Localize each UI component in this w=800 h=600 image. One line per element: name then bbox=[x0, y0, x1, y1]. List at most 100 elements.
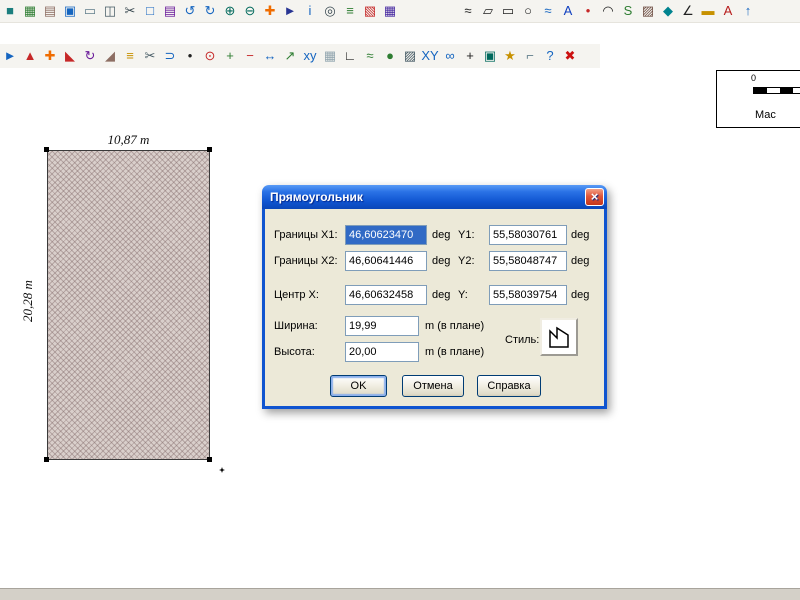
help-icon[interactable]: ? bbox=[540, 46, 560, 66]
font-tool-icon[interactable]: A bbox=[718, 1, 738, 21]
status-bar bbox=[0, 588, 800, 600]
zoom-out-icon[interactable]: ⊖ bbox=[240, 1, 260, 21]
polyline-tool-icon[interactable]: ≈ bbox=[458, 1, 478, 21]
close-icon[interactable]: × bbox=[585, 188, 604, 206]
x2-input[interactable] bbox=[345, 251, 427, 271]
center-x-label: Центр X: bbox=[274, 285, 319, 305]
join-line-icon[interactable]: ⊃ bbox=[160, 46, 180, 66]
dimension-icon[interactable]: ≡ bbox=[120, 46, 140, 66]
pan-icon[interactable]: ✚ bbox=[260, 1, 280, 21]
y1-label: Y1: bbox=[458, 225, 475, 245]
save-icon[interactable]: ▣ bbox=[60, 1, 80, 21]
rotate-icon[interactable]: ↻ bbox=[80, 46, 100, 66]
search-icon[interactable]: ◎ bbox=[320, 1, 340, 21]
rect-handle-bottom-right[interactable] bbox=[207, 457, 212, 462]
smooth-line-icon[interactable]: ≈ bbox=[538, 1, 558, 21]
map-sheets-icon[interactable]: ▤ bbox=[40, 1, 60, 21]
close-task-icon[interactable]: ✖ bbox=[560, 46, 580, 66]
height-input[interactable] bbox=[345, 342, 419, 362]
xy-entry-icon[interactable]: xy bbox=[300, 46, 320, 66]
center-y-unit: deg bbox=[571, 285, 589, 305]
coords-icon[interactable]: XY bbox=[420, 46, 440, 66]
snap-icon[interactable]: ⊙ bbox=[200, 46, 220, 66]
attribute-table-icon[interactable]: ▦ bbox=[380, 1, 400, 21]
measure-tool-icon[interactable]: ▬ bbox=[698, 1, 718, 21]
paste-icon[interactable]: ▤ bbox=[160, 1, 180, 21]
red-triangle-icon[interactable]: ▲ bbox=[20, 46, 40, 66]
copy-icon[interactable]: □ bbox=[140, 1, 160, 21]
link-icon[interactable]: ∞ bbox=[440, 46, 460, 66]
center-y-input[interactable] bbox=[489, 285, 567, 305]
scale-zero-label: 0 bbox=[751, 73, 756, 83]
width-label: Ширина: bbox=[274, 316, 318, 336]
angle-tool-icon[interactable]: ∠ bbox=[678, 1, 698, 21]
scissors-icon[interactable]: ✂ bbox=[120, 1, 140, 21]
rectangle-tool-icon[interactable]: ▭ bbox=[498, 1, 518, 21]
open-map-icon[interactable]: ▦ bbox=[20, 1, 40, 21]
center-y-label: Y: bbox=[458, 285, 468, 305]
text-label-icon[interactable]: A bbox=[558, 1, 578, 21]
center-x-input[interactable] bbox=[345, 285, 427, 305]
map-view-icon[interactable]: ■ bbox=[0, 1, 20, 21]
dialog-titlebar[interactable]: Прямоугольник × bbox=[262, 185, 607, 209]
point-tool-icon[interactable]: • bbox=[578, 1, 598, 21]
star-icon[interactable]: ★ bbox=[500, 46, 520, 66]
wrench-icon[interactable]: ⌐ bbox=[520, 46, 540, 66]
layer-list-icon[interactable]: ≡ bbox=[340, 1, 360, 21]
rect-handle-top-right[interactable] bbox=[207, 147, 212, 152]
grid-snap-icon[interactable]: ▦ bbox=[320, 46, 340, 66]
arc-tool-icon[interactable]: ◠ bbox=[598, 1, 618, 21]
ok-button[interactable]: OK bbox=[330, 375, 387, 397]
spline-tool-icon[interactable]: S bbox=[618, 1, 638, 21]
green-circle-icon[interactable]: ● bbox=[380, 46, 400, 66]
width-input[interactable] bbox=[345, 316, 419, 336]
slope-icon[interactable]: ◢ bbox=[100, 46, 120, 66]
checker-fill-icon[interactable]: ▨ bbox=[400, 46, 420, 66]
y2-input[interactable] bbox=[489, 251, 567, 271]
smooth-object-icon[interactable]: ≈ bbox=[360, 46, 380, 66]
polygon-tool-icon[interactable]: ▱ bbox=[478, 1, 498, 21]
style-button[interactable] bbox=[540, 318, 578, 356]
delete-vertex-icon[interactable]: − bbox=[240, 46, 260, 66]
dialog-title: Прямоугольник bbox=[270, 190, 363, 204]
rect-handle-bottom-left[interactable] bbox=[44, 457, 49, 462]
select-arrow-icon[interactable]: ► bbox=[280, 1, 300, 21]
rect-handle-top-left[interactable] bbox=[44, 147, 49, 152]
symbol-tool-icon[interactable]: ◆ bbox=[658, 1, 678, 21]
x1-label: Границы X1: bbox=[274, 225, 338, 245]
hatch-tool-icon[interactable]: ▨ bbox=[638, 1, 658, 21]
mirror-icon[interactable]: ◣ bbox=[60, 46, 80, 66]
y1-unit: deg bbox=[571, 225, 589, 245]
object-info-icon[interactable]: i bbox=[300, 1, 320, 21]
scale-bar bbox=[753, 87, 800, 94]
edit-object-icon[interactable]: ► bbox=[0, 46, 20, 66]
add-vertex-icon[interactable]: + bbox=[220, 46, 240, 66]
export-icon[interactable]: ◫ bbox=[100, 1, 120, 21]
y1-input[interactable] bbox=[489, 225, 567, 245]
circle-tool-icon[interactable]: ○ bbox=[518, 1, 538, 21]
selected-rectangle[interactable] bbox=[47, 150, 210, 460]
redo-icon[interactable]: ↻ bbox=[200, 1, 220, 21]
height-unit: m (в плане) bbox=[425, 342, 484, 362]
ortho-mode-icon[interactable]: ∟ bbox=[340, 46, 360, 66]
cancel-button[interactable]: Отмена bbox=[402, 375, 464, 397]
anchor-point-marker bbox=[219, 467, 225, 473]
scale-object-icon[interactable]: ↗ bbox=[280, 46, 300, 66]
crosshair-icon[interactable]: + bbox=[460, 46, 480, 66]
print-icon[interactable]: ▭ bbox=[80, 1, 100, 21]
app-window: ■▦▤▣▭◫✂□▤↺↻⊕⊖✚►i◎≡▧▦≈▱▭○≈A•◠S▨◆∠▬A↑ ►▲✚◣… bbox=[0, 0, 800, 600]
help-button[interactable]: Справка bbox=[477, 375, 541, 397]
x1-input[interactable] bbox=[345, 225, 427, 245]
legend-icon[interactable]: ▧ bbox=[360, 1, 380, 21]
scale-caption: Мас bbox=[755, 109, 776, 121]
undo-icon[interactable]: ↺ bbox=[180, 1, 200, 21]
raster-icon[interactable]: ▣ bbox=[480, 46, 500, 66]
zoom-in-icon[interactable]: ⊕ bbox=[220, 1, 240, 21]
split-line-icon[interactable]: ✂ bbox=[140, 46, 160, 66]
dialog-body: Границы X1: deg Y1: deg Границы X2: deg … bbox=[262, 209, 607, 409]
scale-bar-widget: 0 Мас bbox=[716, 70, 800, 128]
copy-object-icon[interactable]: ↔ bbox=[260, 46, 280, 66]
north-arrow-icon[interactable]: ↑ bbox=[738, 1, 758, 21]
move-object-icon[interactable]: ✚ bbox=[40, 46, 60, 66]
node-edit-icon[interactable]: • bbox=[180, 46, 200, 66]
